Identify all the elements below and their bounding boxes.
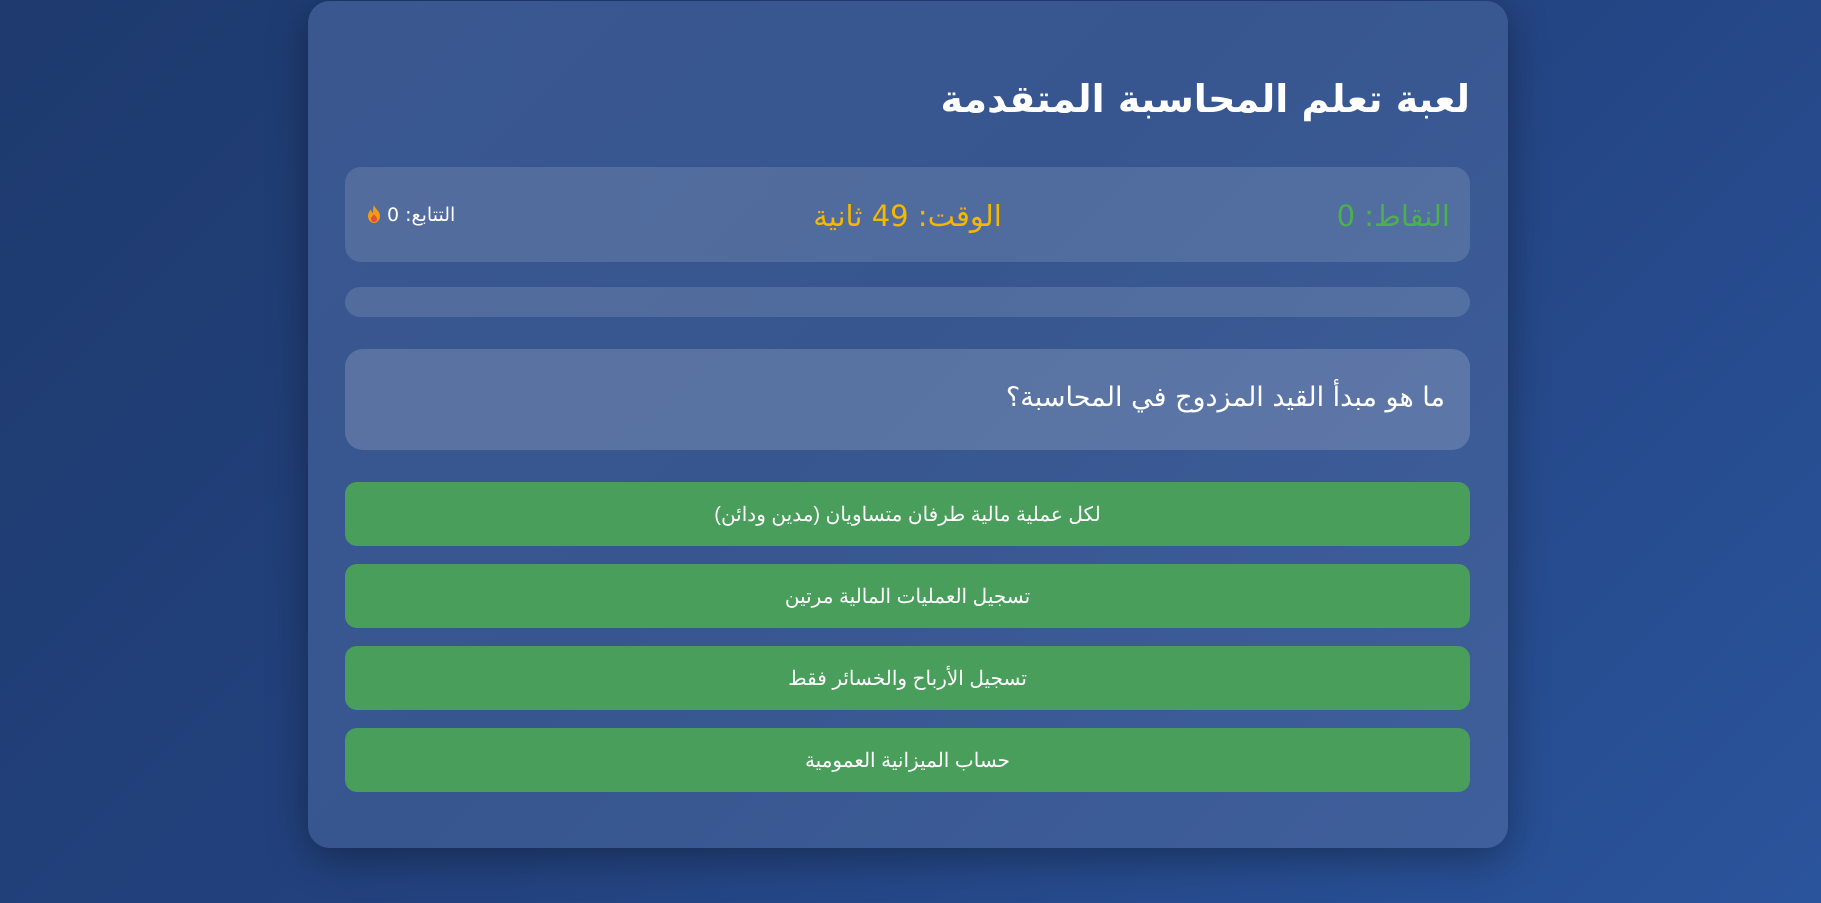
- streak-label: التتابع: 0: [387, 204, 456, 226]
- answer-button[interactable]: حساب الميزانية العمومية: [345, 728, 1470, 792]
- progress-bar: [345, 287, 1470, 317]
- stats-bar: النقاط: 0 الوقت: 49 ثانية التتابع: 0: [345, 167, 1470, 262]
- timer-display: الوقت: 49 ثانية: [813, 199, 1002, 233]
- page-title: لعبة تعلم المحاسبة المتقدمة: [940, 77, 1471, 121]
- answer-button[interactable]: تسجيل الأرباح والخسائر فقط: [345, 646, 1470, 710]
- answer-list: لكل عملية مالية طرفان متساويان (مدين ودا…: [345, 482, 1470, 810]
- game-card: لعبة تعلم المحاسبة المتقدمة النقاط: 0 ال…: [308, 1, 1508, 848]
- question-text: ما هو مبدأ القيد المزدوج في المحاسبة؟: [1005, 382, 1445, 413]
- fire-icon: [368, 205, 380, 223]
- question-box: ما هو مبدأ القيد المزدوج في المحاسبة؟: [345, 349, 1470, 450]
- answer-button[interactable]: لكل عملية مالية طرفان متساويان (مدين ودا…: [345, 482, 1470, 546]
- answer-button[interactable]: تسجيل العمليات المالية مرتين: [345, 564, 1470, 628]
- streak-display: التتابع: 0: [367, 204, 455, 226]
